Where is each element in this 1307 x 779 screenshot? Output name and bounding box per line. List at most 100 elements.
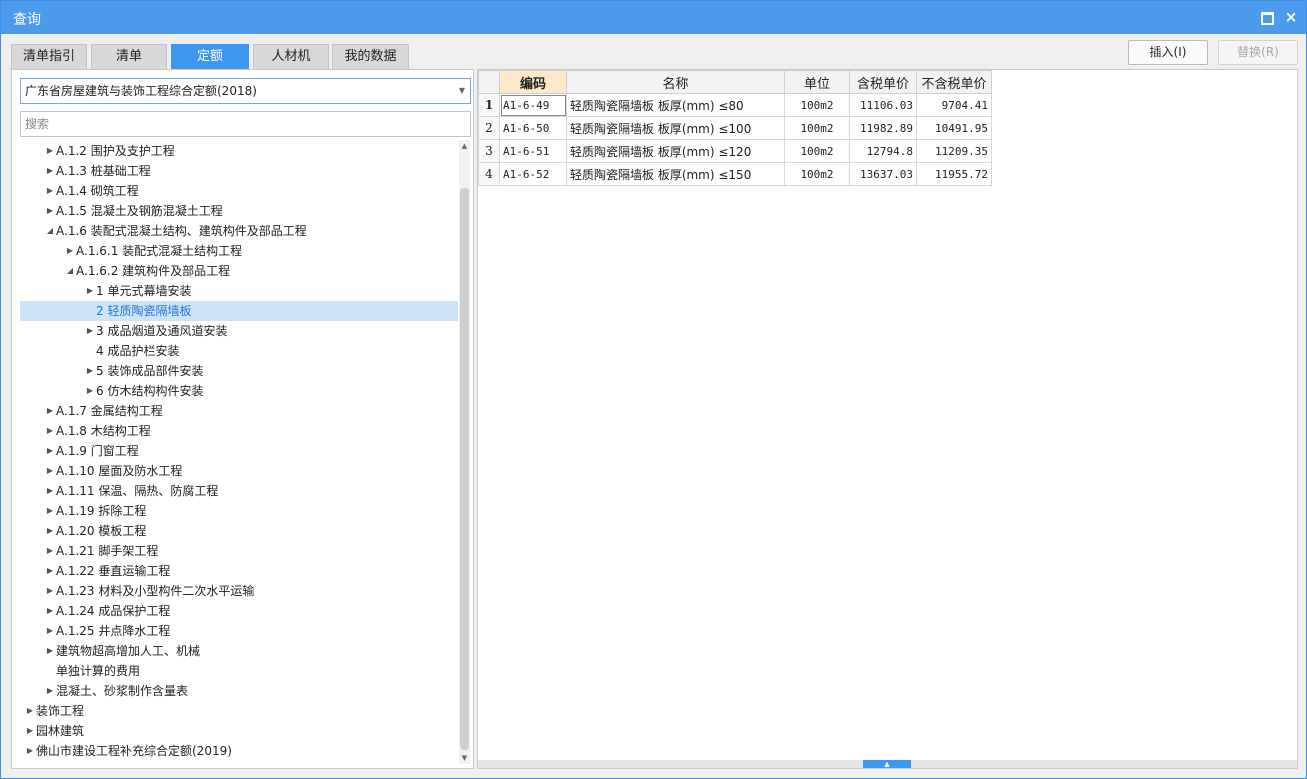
triangle-right-icon[interactable]: ▶ xyxy=(44,401,56,421)
triangle-right-icon[interactable]: ▶ xyxy=(44,541,56,561)
tree-node[interactable]: 4 成品护栏安装 xyxy=(20,341,458,361)
cell-unit[interactable]: 100m2 xyxy=(784,116,850,140)
tree-node[interactable]: ▶ 佛山市建设工程补充综合定额(2019) xyxy=(20,741,458,761)
column-header-price-tax[interactable]: 含税单价 xyxy=(849,70,917,94)
triangle-right-icon[interactable]: ▶ xyxy=(44,681,56,701)
column-header-unit[interactable]: 单位 xyxy=(784,70,850,94)
triangle-right-icon[interactable]: ▶ xyxy=(44,161,56,181)
tree-node[interactable]: ▶ 建筑物超高增加人工、机械 xyxy=(20,641,458,661)
triangle-right-icon[interactable]: ▶ xyxy=(44,581,56,601)
triangle-right-icon[interactable]: ▶ xyxy=(84,321,96,341)
tab-quota[interactable]: 定额 xyxy=(171,44,249,69)
search-input[interactable] xyxy=(20,111,471,137)
tree-node[interactable]: ▶ A.1.24 成品保护工程 xyxy=(20,601,458,621)
tree-node[interactable]: ▶ A.1.20 模板工程 xyxy=(20,521,458,541)
tree-node[interactable]: ▶ A.1.7 金属结构工程 xyxy=(20,401,458,421)
triangle-right-icon[interactable]: ▶ xyxy=(44,501,56,521)
cell-price-tax[interactable]: 11982.89 xyxy=(849,116,917,140)
tree-node[interactable]: ▶ 装饰工程 xyxy=(20,701,458,721)
triangle-right-icon[interactable]: ▶ xyxy=(44,561,56,581)
tree-node[interactable]: ▶ A.1.10 屋面及防水工程 xyxy=(20,461,458,481)
maximize-icon[interactable] xyxy=(1259,10,1274,25)
tab-bill[interactable]: 清单 xyxy=(91,44,167,69)
triangle-right-icon[interactable]: ▶ xyxy=(24,741,36,761)
tree-node[interactable]: 单独计算的费用 xyxy=(20,661,458,681)
tree-node[interactable]: ▶ A.1.8 木结构工程 xyxy=(20,421,458,441)
cell-name[interactable]: 轻质陶瓷隔墙板 板厚(mm) ≤150 xyxy=(566,162,785,186)
column-header-code[interactable]: 编码 xyxy=(499,70,567,94)
scroll-thumb[interactable] xyxy=(460,188,469,750)
triangle-right-icon[interactable]: ▶ xyxy=(44,461,56,481)
triangle-right-icon[interactable]: ▶ xyxy=(44,141,56,161)
triangle-right-icon[interactable]: ▶ xyxy=(44,621,56,641)
triangle-right-icon[interactable]: ▶ xyxy=(84,381,96,401)
cell-code[interactable]: A1-6-51 xyxy=(499,139,567,163)
triangle-right-icon[interactable]: ▶ xyxy=(84,361,96,381)
cell-code[interactable]: A1-6-52 xyxy=(499,162,567,186)
tab-bill-guide[interactable]: 清单指引 xyxy=(11,44,87,69)
cell-code[interactable]: A1-6-50 xyxy=(499,116,567,140)
tree-node[interactable]: ▶ A.1.23 材料及小型构件二次水平运输 xyxy=(20,581,458,601)
tree-node[interactable]: ▶ A.1.19 拆除工程 xyxy=(20,501,458,521)
column-header-name[interactable]: 名称 xyxy=(566,70,785,94)
replace-button[interactable]: 替换(R) xyxy=(1218,40,1298,65)
triangle-right-icon[interactable]: ▶ xyxy=(44,521,56,541)
tree-node[interactable]: ▶ A.1.6.1 装配式混凝土结构工程 xyxy=(20,241,458,261)
cell-unit[interactable]: 100m2 xyxy=(784,139,850,163)
tree-node[interactable]: ▶ A.1.9 门窗工程 xyxy=(20,441,458,461)
tab-labor-materials[interactable]: 人材机 xyxy=(253,44,329,69)
triangle-right-icon[interactable]: ▶ xyxy=(84,281,96,301)
triangle-right-icon[interactable]: ▶ xyxy=(44,201,56,221)
cell-unit[interactable]: 100m2 xyxy=(784,162,850,186)
cell-price-tax[interactable]: 12794.8 xyxy=(849,139,917,163)
column-header-price-notax[interactable]: 不含税单价 xyxy=(916,70,992,94)
cell-price-notax[interactable]: 11209.35 xyxy=(916,139,992,163)
triangle-down-icon[interactable]: ◢ xyxy=(44,221,56,241)
cell-name[interactable]: 轻质陶瓷隔墙板 板厚(mm) ≤80 xyxy=(566,93,785,117)
tree-node[interactable]: ▶ 6 仿木结构构件安装 xyxy=(20,381,458,401)
cell-name[interactable]: 轻质陶瓷隔墙板 板厚(mm) ≤120 xyxy=(566,139,785,163)
table-row[interactable]: 3 A1-6-51 轻质陶瓷隔墙板 板厚(mm) ≤120 100m2 1279… xyxy=(478,139,992,163)
table-row[interactable]: 1 A1-6-49 轻质陶瓷隔墙板 板厚(mm) ≤80 100m2 11106… xyxy=(478,93,992,117)
splitter-bar[interactable]: ▲ xyxy=(478,760,1297,768)
cell-name[interactable]: 轻质陶瓷隔墙板 板厚(mm) ≤100 xyxy=(566,116,785,140)
tree-node[interactable]: ▶ A.1.21 脚手架工程 xyxy=(20,541,458,561)
triangle-right-icon[interactable]: ▶ xyxy=(44,641,56,661)
close-icon[interactable]: × xyxy=(1284,10,1298,25)
triangle-down-icon[interactable]: ◢ xyxy=(64,261,76,281)
scroll-up-icon[interactable]: ▲ xyxy=(459,140,470,152)
cell-price-tax[interactable]: 11106.03 xyxy=(849,93,917,117)
triangle-right-icon[interactable]: ▶ xyxy=(64,241,76,261)
tree-node[interactable]: ◢ A.1.6.2 建筑构件及部品工程 xyxy=(20,261,458,281)
triangle-right-icon[interactable]: ▶ xyxy=(44,181,56,201)
tree-node[interactable]: ▶ 混凝土、砂浆制作含量表 xyxy=(20,681,458,701)
tree-node[interactable]: ◢ A.1.6 装配式混凝土结构、建筑构件及部品工程 xyxy=(20,221,458,241)
chevron-down-icon[interactable]: ▼ xyxy=(459,79,465,103)
tree-node[interactable]: ▶ A.1.11 保温、隔热、防腐工程 xyxy=(20,481,458,501)
cell-code[interactable]: A1-6-49 xyxy=(499,93,567,117)
tree-node[interactable]: 2 轻质陶瓷隔墙板 xyxy=(20,301,458,321)
tree-node[interactable]: ▶ 3 成品烟道及通风道安装 xyxy=(20,321,458,341)
cell-price-notax[interactable]: 11955.72 xyxy=(916,162,992,186)
tab-my-data[interactable]: 我的数据 xyxy=(332,44,409,69)
cell-unit[interactable]: 100m2 xyxy=(784,93,850,117)
triangle-right-icon[interactable]: ▶ xyxy=(44,441,56,461)
tree-node[interactable]: ▶ A.1.2 围护及支护工程 xyxy=(20,141,458,161)
cell-price-notax[interactable]: 10491.95 xyxy=(916,116,992,140)
tree-scrollbar[interactable]: ▲ ▼ xyxy=(459,140,470,764)
tree-node[interactable]: ▶ A.1.5 混凝土及钢筋混凝土工程 xyxy=(20,201,458,221)
tree-node[interactable]: ▶ A.1.3 桩基础工程 xyxy=(20,161,458,181)
triangle-right-icon[interactable]: ▶ xyxy=(44,421,56,441)
scroll-down-icon[interactable]: ▼ xyxy=(459,752,470,764)
triangle-right-icon[interactable]: ▶ xyxy=(44,481,56,501)
insert-button[interactable]: 插入(I) xyxy=(1128,40,1208,65)
table-row[interactable]: 2 A1-6-50 轻质陶瓷隔墙板 板厚(mm) ≤100 100m2 1198… xyxy=(478,116,992,140)
tree-node[interactable]: ▶ A.1.25 井点降水工程 xyxy=(20,621,458,641)
tree-node[interactable]: ▶ A.1.4 砌筑工程 xyxy=(20,181,458,201)
cell-price-tax[interactable]: 13637.03 xyxy=(849,162,917,186)
tree-node[interactable]: ▶ A.1.22 垂直运输工程 xyxy=(20,561,458,581)
cell-price-notax[interactable]: 9704.41 xyxy=(916,93,992,117)
splitter-grip-icon[interactable]: ▲ xyxy=(863,760,911,768)
triangle-right-icon[interactable]: ▶ xyxy=(44,601,56,621)
library-select[interactable]: 广东省房屋建筑与装饰工程综合定额(2018) ▼ xyxy=(20,78,471,104)
